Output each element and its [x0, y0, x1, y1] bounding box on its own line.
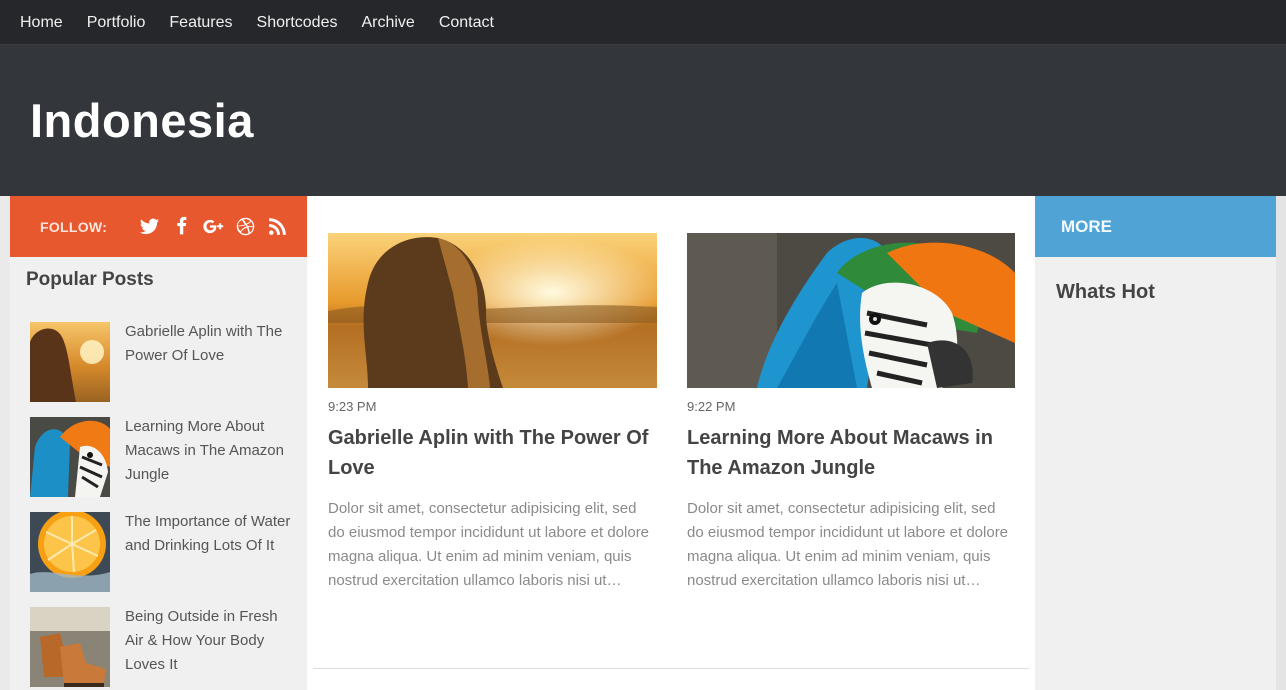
nav-item-archive[interactable]: Archive — [349, 14, 426, 32]
google-plus-icon[interactable] — [202, 215, 225, 238]
nav-item-features[interactable]: Features — [157, 14, 244, 32]
post-thumbnail[interactable] — [30, 607, 110, 687]
top-navigation: Home Portfolio Features Shortcodes Archi… — [0, 0, 1286, 45]
post-thumbnail[interactable] — [30, 512, 110, 592]
post-card: 9:22 PM Learning More About Macaws in Th… — [687, 233, 1015, 593]
follow-label: FOLLOW: — [40, 218, 108, 235]
page-edge — [1276, 196, 1286, 690]
dribbble-icon[interactable] — [234, 215, 257, 238]
list-item: The Importance of Water and Drinking Lot… — [10, 507, 307, 602]
post-thumbnail[interactable] — [30, 417, 110, 497]
post-time: 9:23 PM — [328, 399, 377, 414]
popular-posts-title: Popular Posts — [26, 269, 154, 290]
popular-posts-list: Gabrielle Aplin with The Power Of Love L… — [10, 317, 307, 690]
left-sidebar: FOLLOW: Popular Posts Gabrielle Aplin wi… — [10, 196, 307, 690]
post-image[interactable] — [687, 233, 1015, 388]
site-header: Indonesia — [0, 45, 1286, 196]
post-excerpt: Dolor sit amet, consectetur adipisicing … — [328, 500, 650, 589]
nav-item-shortcodes[interactable]: Shortcodes — [245, 14, 350, 32]
list-item: Learning More About Macaws in The Amazon… — [10, 412, 307, 507]
popular-post-title[interactable]: Being Outside in Fresh Air & How Your Bo… — [125, 605, 293, 677]
post-card: 9:23 PM Gabrielle Aplin with The Power O… — [328, 233, 657, 593]
post-time: 9:22 PM — [687, 399, 736, 414]
twitter-icon[interactable] — [138, 215, 161, 238]
main-content: 9:23 PM Gabrielle Aplin with The Power O… — [307, 196, 1035, 690]
right-sidebar: MORE Whats Hot — [1035, 196, 1276, 690]
more-bar: MORE — [1035, 196, 1276, 257]
site-title[interactable]: Indonesia — [30, 93, 254, 148]
content-divider — [313, 668, 1029, 669]
post-title[interactable]: Learning More About Macaws in The Amazon… — [687, 423, 1015, 483]
post-thumbnail[interactable] — [30, 322, 110, 402]
rss-icon[interactable] — [266, 215, 289, 238]
popular-post-title[interactable]: The Importance of Water and Drinking Lot… — [125, 510, 293, 558]
nav-item-home[interactable]: Home — [8, 14, 75, 32]
list-item: Gabrielle Aplin with The Power Of Love — [10, 317, 307, 412]
whats-hot-heading: Whats Hot — [1056, 281, 1155, 303]
social-icons — [138, 215, 289, 238]
nav-item-contact[interactable]: Contact — [427, 14, 506, 32]
popular-post-title[interactable]: Gabrielle Aplin with The Power Of Love — [125, 320, 293, 368]
nav-item-portfolio[interactable]: Portfolio — [75, 14, 158, 32]
popular-post-title[interactable]: Learning More About Macaws in The Amazon… — [125, 415, 293, 487]
post-excerpt: Dolor sit amet, consectetur adipisicing … — [687, 500, 1009, 589]
post-title[interactable]: Gabrielle Aplin with The Power Of Love — [328, 423, 657, 483]
facebook-icon[interactable] — [170, 215, 193, 238]
nav-menu: Home Portfolio Features Shortcodes Archi… — [0, 0, 1286, 45]
follow-bar: FOLLOW: — [10, 196, 307, 257]
list-item: Being Outside in Fresh Air & How Your Bo… — [10, 602, 307, 690]
post-image[interactable] — [328, 233, 657, 388]
